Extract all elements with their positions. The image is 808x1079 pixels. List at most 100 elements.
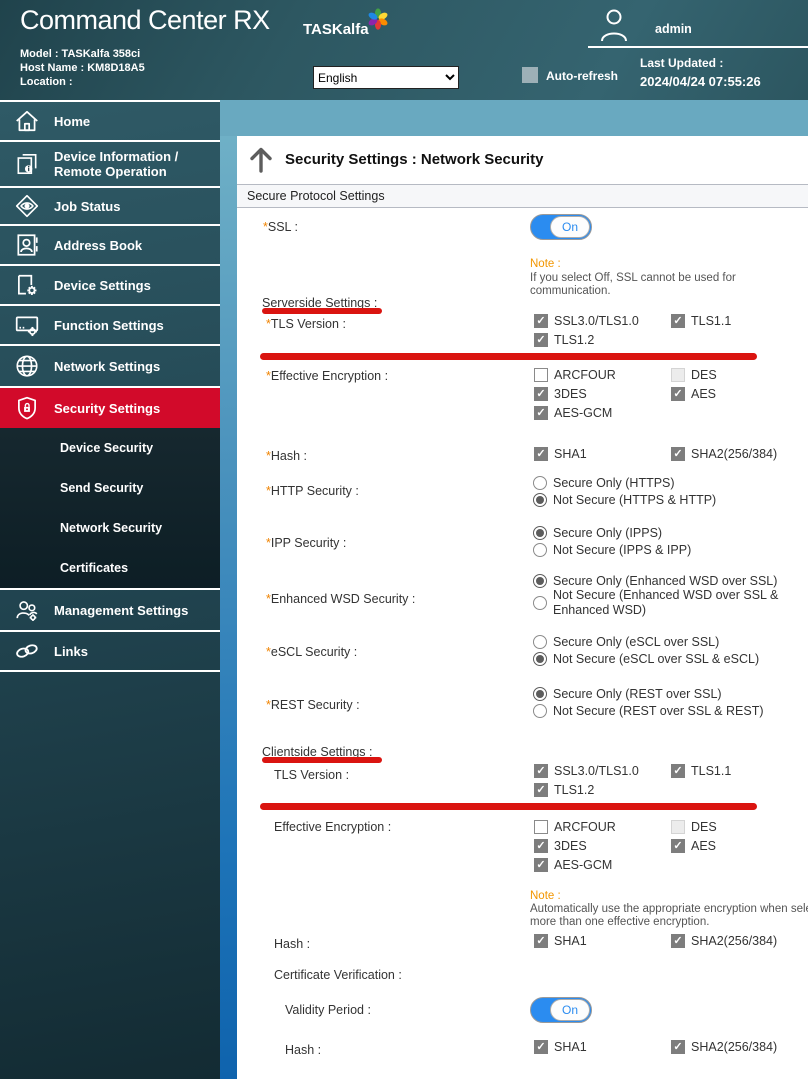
checkbox-cert-sha1[interactable]: SHA1	[534, 1040, 587, 1054]
radio-ipp-not-secure[interactable]: Not Secure (IPPS & IPP)	[533, 543, 691, 557]
checkbox-cl-tls12[interactable]: TLS1.2	[534, 783, 594, 797]
radio-circle	[533, 687, 547, 701]
sidebar-item-device-information[interactable]: Device Information /Remote Operation	[0, 142, 220, 188]
sidebar-item-label: Job Status	[54, 199, 120, 214]
user-icon	[598, 8, 630, 49]
checkbox-cl-sha1[interactable]: SHA1	[534, 934, 587, 948]
checkbox-sv-tls12[interactable]: TLS1.2	[534, 333, 594, 347]
user-divider	[588, 46, 808, 48]
checkbox-sv-aes-gcm[interactable]: AES-GCM	[534, 406, 612, 420]
checkbox-box	[671, 387, 685, 401]
checkbox-sv-3des[interactable]: 3DES	[534, 387, 587, 401]
http-security-label: *HTTP Security :	[266, 484, 359, 498]
checkbox-cl-tls11[interactable]: TLS1.1	[671, 764, 731, 778]
sidebar-item-management-settings[interactable]: Management Settings	[0, 590, 220, 632]
checkbox-box	[534, 764, 548, 778]
sidebar-item-label: Function Settings	[54, 318, 164, 333]
validity-period-toggle[interactable]: On	[530, 997, 592, 1023]
radio-wsd-secure-only[interactable]: Secure Only (Enhanced WSD over SSL)	[533, 574, 777, 588]
submenu-item-network-security[interactable]: Network Security	[0, 508, 220, 548]
cl-note-body: Automatically use the appropriate encryp…	[530, 903, 808, 929]
ssl-note-body: If you select Off, SSL cannot be used fo…	[530, 272, 808, 298]
security-submenu: Device Security Send Security Network Se…	[0, 428, 220, 590]
sidebar-item-device-settings[interactable]: Device Settings	[0, 266, 220, 306]
checkbox-box	[534, 447, 548, 461]
sidebar-item-address-book[interactable]: Address Book	[0, 226, 220, 266]
checkbox-box	[534, 820, 548, 834]
checkbox-cl-aes[interactable]: AES	[671, 839, 716, 853]
checkbox-cl-aes-gcm[interactable]: AES-GCM	[534, 858, 612, 872]
checkbox-cert-sha2[interactable]: SHA2(256/384)	[671, 1040, 777, 1054]
sidebar-item-function-settings[interactable]: Function Settings	[0, 306, 220, 346]
radio-escl-secure-only[interactable]: Secure Only (eSCL over SSL)	[533, 635, 719, 649]
sv-encryption-label: *Effective Encryption :	[266, 369, 388, 383]
radio-circle	[533, 704, 547, 718]
radio-rest-not-secure[interactable]: Not Secure (REST over SSL & REST)	[533, 704, 764, 718]
taskalfa-logo-text: TASKalfa	[303, 21, 369, 38]
sidebar-item-security-settings[interactable]: Security Settings	[0, 388, 220, 428]
checkbox-cl-3des[interactable]: 3DES	[534, 839, 587, 853]
left-blue-strip	[220, 136, 237, 1079]
ssl-note-title: Note :	[530, 258, 561, 270]
radio-rest-secure-only[interactable]: Secure Only (REST over SSL)	[533, 687, 722, 701]
device-information-icon	[12, 151, 42, 177]
radio-ipp-secure-only[interactable]: Secure Only (IPPS)	[533, 526, 662, 540]
checkbox-cl-ssl30-tls10[interactable]: SSL3.0/TLS1.0	[534, 764, 639, 778]
submenu-item-certificates[interactable]: Certificates	[0, 548, 220, 588]
hostname-line: Host Name : KM8D18A5	[20, 62, 145, 74]
radio-http-secure-only[interactable]: Secure Only (HTTPS)	[533, 476, 675, 490]
checkbox-box	[671, 447, 685, 461]
radio-circle	[533, 476, 547, 490]
radio-wsd-not-secure[interactable]: Not Secure (Enhanced WSD over SSL & Enha…	[533, 588, 795, 618]
app-title: Command Center RX	[20, 5, 270, 36]
address-book-icon	[12, 232, 42, 258]
checkbox-box	[534, 1040, 548, 1054]
checkbox-box	[671, 764, 685, 778]
header: Command Center RX Model : TASKalfa 358ci…	[0, 0, 808, 100]
radio-http-not-secure[interactable]: Not Secure (HTTPS & HTTP)	[533, 493, 716, 507]
job-status-icon	[12, 193, 42, 219]
checkbox-sv-aes[interactable]: AES	[671, 387, 716, 401]
checkbox-box	[534, 387, 548, 401]
checkbox-sv-des: DES	[671, 368, 717, 382]
sidebar-item-network-settings[interactable]: Network Settings	[0, 346, 220, 388]
device-settings-icon	[12, 272, 42, 298]
ssl-label: *SSL :	[263, 220, 298, 234]
checkbox-sv-tls11[interactable]: TLS1.1	[671, 314, 731, 328]
checkbox-box	[534, 314, 548, 328]
annotation-underline-clientside	[262, 757, 382, 763]
submenu-item-send-security[interactable]: Send Security	[0, 468, 220, 508]
ssl-toggle-thumb: On	[550, 216, 590, 238]
user-name[interactable]: admin	[655, 22, 692, 36]
radio-escl-not-secure[interactable]: Not Secure (eSCL over SSL & eSCL)	[533, 652, 759, 666]
management-settings-icon	[12, 597, 42, 623]
sidebar-item-label: Network Settings	[54, 359, 160, 374]
taskalfa-pinwheel-icon	[366, 7, 390, 36]
content-panel: Security Settings : Network Security Sec…	[237, 136, 808, 1079]
back-up-arrow-icon[interactable]	[246, 145, 276, 180]
checkbox-sv-arcfour[interactable]: ARCFOUR	[534, 368, 616, 382]
radio-circle	[533, 574, 547, 588]
checkbox-sv-ssl30-tls10[interactable]: SSL3.0/TLS1.0	[534, 314, 639, 328]
sidebar-item-job-status[interactable]: Job Status	[0, 188, 220, 226]
checkbox-cl-sha2[interactable]: SHA2(256/384)	[671, 934, 777, 948]
checkbox-sv-sha2[interactable]: SHA2(256/384)	[671, 447, 777, 461]
sidebar-item-home[interactable]: Home	[0, 102, 220, 142]
annotation-line-clientside-tls	[260, 803, 757, 810]
sv-hash-label: *Hash :	[266, 449, 307, 463]
checkbox-box	[671, 368, 685, 382]
submenu-item-device-security[interactable]: Device Security	[0, 428, 220, 468]
checkbox-box	[671, 820, 685, 834]
cert-hash-label: Hash :	[285, 1043, 321, 1057]
radio-circle	[533, 596, 547, 610]
language-select[interactable]: English	[313, 66, 459, 89]
radio-circle	[533, 543, 547, 557]
checkbox-sv-sha1[interactable]: SHA1	[534, 447, 587, 461]
sidebar-item-links[interactable]: Links	[0, 632, 220, 672]
checkbox-cl-des: DES	[671, 820, 717, 834]
auto-refresh-checkbox[interactable]	[522, 67, 538, 83]
checkbox-box	[534, 406, 548, 420]
checkbox-cl-arcfour[interactable]: ARCFOUR	[534, 820, 616, 834]
ssl-toggle[interactable]: On	[530, 214, 592, 240]
cl-encryption-label: Effective Encryption :	[274, 820, 391, 834]
